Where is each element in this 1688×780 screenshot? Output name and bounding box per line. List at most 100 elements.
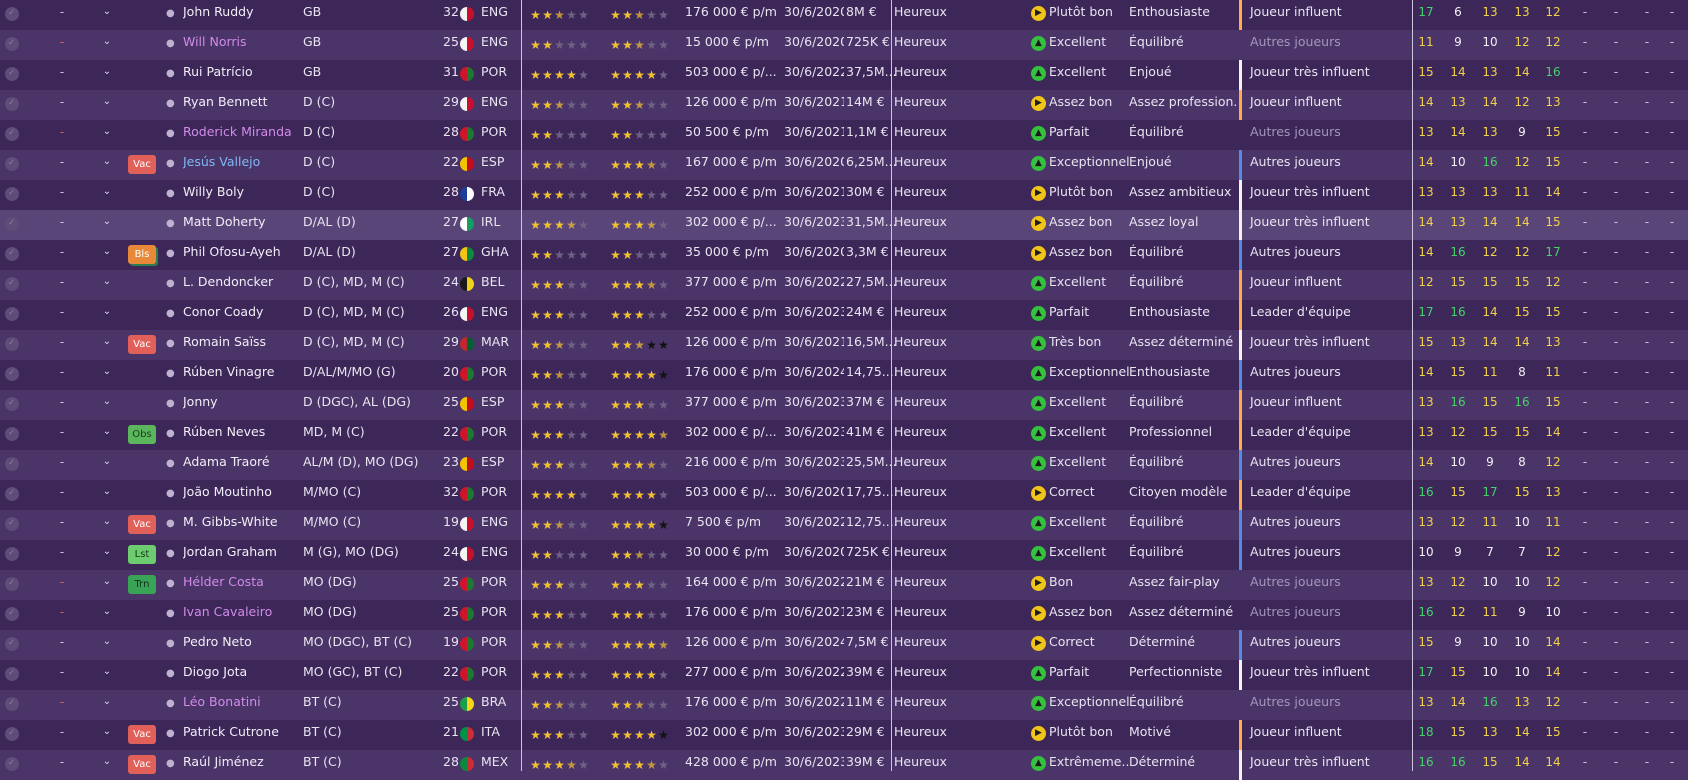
player-name[interactable]: Will Norris — [183, 30, 298, 60]
table-row[interactable]: -⌄●Rúben VinagreD/AL/M/MO (G)20POR★★★★★★… — [0, 360, 1688, 390]
chevron-down-icon[interactable]: ⌄ — [100, 210, 114, 240]
player-name[interactable]: Matt Doherty — [183, 210, 298, 240]
select-checkbox[interactable] — [5, 517, 19, 531]
table-row[interactable]: -⌄●Willy BolyD (C)28FRA★★★★★★★★★★252 000… — [0, 180, 1688, 210]
table-row[interactable]: -⌄Vac●Patrick CutroneBT (C)21ITA★★★★★★★★… — [0, 720, 1688, 750]
chevron-down-icon[interactable]: ⌄ — [100, 450, 114, 480]
player-name[interactable]: Willy Boly — [183, 180, 298, 210]
table-row[interactable]: -⌄●Ivan CavaleiroMO (DG)25POR★★★★★★★★★★1… — [0, 600, 1688, 630]
select-checkbox[interactable] — [5, 577, 19, 591]
chevron-down-icon[interactable]: ⌄ — [100, 660, 114, 690]
player-name[interactable]: Phil Ofosu-Ayeh — [183, 240, 298, 270]
select-checkbox[interactable] — [5, 727, 19, 741]
table-row[interactable]: -⌄●Roderick MirandaD (C)28POR★★★★★★★★★★5… — [0, 120, 1688, 150]
player-name[interactable]: Diogo Jota — [183, 660, 298, 690]
table-row[interactable]: -⌄Vac●M. Gibbs-WhiteM/MO (C)19ENG★★★★★★★… — [0, 510, 1688, 540]
select-checkbox[interactable] — [5, 457, 19, 471]
select-checkbox[interactable] — [5, 157, 19, 171]
player-name[interactable]: Rúben Neves — [183, 420, 298, 450]
player-name[interactable]: Léo Bonatini — [183, 690, 298, 720]
player-name[interactable]: Romain Saïss — [183, 330, 298, 360]
select-checkbox[interactable] — [5, 397, 19, 411]
select-checkbox[interactable] — [5, 187, 19, 201]
chevron-down-icon[interactable]: ⌄ — [100, 390, 114, 420]
chevron-down-icon[interactable]: ⌄ — [100, 540, 114, 570]
select-checkbox[interactable] — [5, 7, 19, 21]
chevron-down-icon[interactable]: ⌄ — [100, 330, 114, 360]
chevron-down-icon[interactable]: ⌄ — [100, 720, 114, 750]
chevron-down-icon[interactable]: ⌄ — [100, 270, 114, 300]
player-name[interactable]: L. Dendoncker — [183, 270, 298, 300]
player-name[interactable]: Roderick Miranda — [183, 120, 298, 150]
table-row[interactable]: -⌄Vac●Jesús VallejoD (C)22ESP★★★★★★★★★★1… — [0, 150, 1688, 180]
select-checkbox[interactable] — [5, 247, 19, 261]
player-name[interactable]: Raúl Jiménez — [183, 750, 298, 780]
chevron-down-icon[interactable]: ⌄ — [100, 30, 114, 60]
table-row[interactable]: -⌄●Léo BonatiniBT (C)25BRA★★★★★★★★★★176 … — [0, 690, 1688, 720]
chevron-down-icon[interactable]: ⌄ — [100, 60, 114, 90]
player-name[interactable]: Conor Coady — [183, 300, 298, 330]
table-row[interactable]: -⌄Obs●Rúben NevesMD, M (C)22POR★★★★★★★★★… — [0, 420, 1688, 450]
player-name[interactable]: Jonny — [183, 390, 298, 420]
player-name[interactable]: Adama Traoré — [183, 450, 298, 480]
select-checkbox[interactable] — [5, 547, 19, 561]
select-checkbox[interactable] — [5, 667, 19, 681]
select-checkbox[interactable] — [5, 337, 19, 351]
table-row[interactable]: -⌄●Pedro NetoMO (DGC), BT (C)19POR★★★★★★… — [0, 630, 1688, 660]
player-name[interactable]: Ivan Cavaleiro — [183, 600, 298, 630]
player-name[interactable]: Pedro Neto — [183, 630, 298, 660]
select-checkbox[interactable] — [5, 217, 19, 231]
select-checkbox[interactable] — [5, 487, 19, 501]
player-name[interactable]: Rúben Vinagre — [183, 360, 298, 390]
table-row[interactable]: -⌄●João MoutinhoM/MO (C)32POR★★★★★★★★★★5… — [0, 480, 1688, 510]
select-checkbox[interactable] — [5, 67, 19, 81]
chevron-down-icon[interactable]: ⌄ — [100, 180, 114, 210]
table-row[interactable]: -⌄●John RuddyGB32ENG★★★★★★★★★★176 000 € … — [0, 0, 1688, 30]
chevron-down-icon[interactable]: ⌄ — [100, 0, 114, 30]
chevron-down-icon[interactable]: ⌄ — [100, 480, 114, 510]
select-checkbox[interactable] — [5, 277, 19, 291]
select-checkbox[interactable] — [5, 607, 19, 621]
chevron-down-icon[interactable]: ⌄ — [100, 570, 114, 600]
chevron-down-icon[interactable]: ⌄ — [100, 150, 114, 180]
select-checkbox[interactable] — [5, 637, 19, 651]
table-row[interactable]: -⌄●L. DendonckerD (C), MD, M (C)24BEL★★★… — [0, 270, 1688, 300]
table-row[interactable]: -⌄●JonnyD (DGC), AL (DG)25ESP★★★★★★★★★★3… — [0, 390, 1688, 420]
player-name[interactable]: Rui Patrício — [183, 60, 298, 90]
table-row[interactable]: -⌄●Conor CoadyD (C), MD, M (C)26ENG★★★★★… — [0, 300, 1688, 330]
table-row[interactable]: -⌄Bls●Phil Ofosu-AyehD/AL (D)27GHA★★★★★★… — [0, 240, 1688, 270]
player-name[interactable]: Jesús Vallejo — [183, 150, 298, 180]
table-row[interactable]: -⌄●Will NorrisGB25ENG★★★★★★★★★★15 000 € … — [0, 30, 1688, 60]
select-checkbox[interactable] — [5, 97, 19, 111]
chevron-down-icon[interactable]: ⌄ — [100, 300, 114, 330]
select-checkbox[interactable] — [5, 427, 19, 441]
chevron-down-icon[interactable]: ⌄ — [100, 510, 114, 540]
player-name[interactable]: John Ruddy — [183, 0, 298, 30]
chevron-down-icon[interactable]: ⌄ — [100, 630, 114, 660]
chevron-down-icon[interactable]: ⌄ — [100, 600, 114, 630]
chevron-down-icon[interactable]: ⌄ — [100, 690, 114, 720]
table-row[interactable]: -⌄●Matt DohertyD/AL (D)27IRL★★★★★★★★★★30… — [0, 210, 1688, 240]
player-name[interactable]: Ryan Bennett — [183, 90, 298, 120]
player-name[interactable]: João Moutinho — [183, 480, 298, 510]
chevron-down-icon[interactable]: ⌄ — [100, 360, 114, 390]
player-name[interactable]: M. Gibbs-White — [183, 510, 298, 540]
table-row[interactable]: -⌄●Rui PatrícioGB31POR★★★★★★★★★★503 000 … — [0, 60, 1688, 90]
select-checkbox[interactable] — [5, 757, 19, 771]
chevron-down-icon[interactable]: ⌄ — [100, 120, 114, 150]
table-row[interactable]: -⌄Lst●Jordan GrahamM (G), MO (DG)24ENG★★… — [0, 540, 1688, 570]
select-checkbox[interactable] — [5, 697, 19, 711]
select-checkbox[interactable] — [5, 367, 19, 381]
chevron-down-icon[interactable]: ⌄ — [100, 750, 114, 780]
table-row[interactable]: -⌄●Ryan BennettD (C)29ENG★★★★★★★★★★126 0… — [0, 90, 1688, 120]
player-name[interactable]: Hélder Costa — [183, 570, 298, 600]
player-name[interactable]: Patrick Cutrone — [183, 720, 298, 750]
player-name[interactable]: Jordan Graham — [183, 540, 298, 570]
chevron-down-icon[interactable]: ⌄ — [100, 90, 114, 120]
chevron-down-icon[interactable]: ⌄ — [100, 420, 114, 450]
table-row[interactable]: -⌄Vac●Raúl JiménezBT (C)28MEX★★★★★★★★★★4… — [0, 750, 1688, 780]
chevron-down-icon[interactable]: ⌄ — [100, 240, 114, 270]
table-row[interactable]: -⌄●Diogo JotaMO (GC), BT (C)22POR★★★★★★★… — [0, 660, 1688, 690]
table-row[interactable]: - ⌄ Vac ● Romain Saïss D (C), MD, M (C) 29 MAR ★… — [0, 330, 1688, 360]
table-row[interactable]: -⌄Trn●Hélder CostaMO (DG)25POR★★★★★★★★★★… — [0, 570, 1688, 600]
